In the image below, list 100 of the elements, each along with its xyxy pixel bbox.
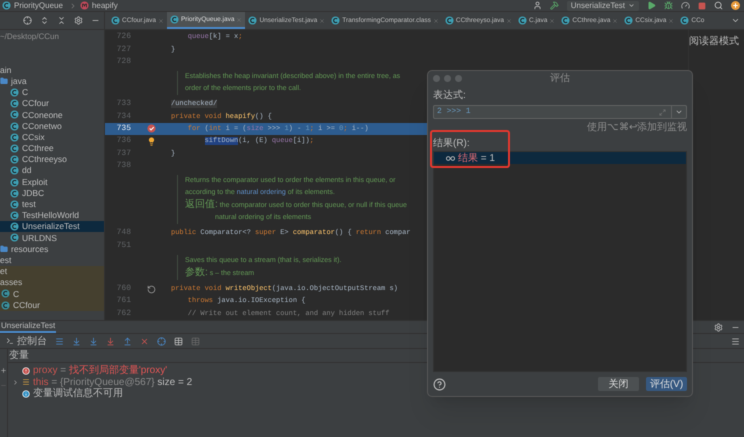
breakpoint-icon[interactable] [146, 124, 156, 134]
project-tree-item[interactable]: CCsix [0, 132, 104, 143]
step-out-icon[interactable] [123, 336, 132, 346]
lightbulb-icon[interactable] [146, 136, 156, 146]
project-tree-item[interactable]: resources [0, 244, 104, 255]
add-icon[interactable] [0, 367, 7, 374]
line-number: 751 [116, 240, 131, 252]
folder-icon [0, 77, 8, 86]
build-icon[interactable] [550, 1, 559, 10]
error-icon [22, 366, 30, 375]
project-tree-item[interactable]: test [0, 198, 104, 210]
run-icon[interactable] [647, 1, 656, 10]
settings-icon[interactable] [714, 322, 723, 332]
project-tree-item[interactable]: CCthreeyso [0, 154, 104, 166]
line-number: 734 [116, 110, 131, 123]
line-number: 733 [116, 98, 131, 110]
project-tree-item[interactable]: est [0, 254, 104, 266]
project-tree-item[interactable]: URLDNS [0, 232, 104, 244]
close-icon[interactable] [506, 18, 512, 24]
line-number: 748 [116, 227, 131, 240]
class-icon [10, 233, 19, 242]
close-button[interactable]: 关闭 [598, 377, 639, 391]
close-icon[interactable] [319, 18, 326, 24]
project-tree-item[interactable]: CConetwo [0, 120, 104, 132]
step-over-icon[interactable] [72, 336, 81, 346]
project-tree-item[interactable]: dd [0, 165, 104, 176]
console-tab[interactable]: 控制台 [6, 334, 47, 348]
variable-row[interactable]: proxy = 找不到局部变量'proxy' [33, 363, 168, 378]
project-tree-item[interactable]: CConeone [0, 109, 104, 121]
caret-icon [628, 2, 635, 9]
project-tree-item[interactable]: CCfour [0, 300, 104, 311]
close-icon[interactable] [612, 18, 618, 24]
close-icon[interactable] [668, 18, 674, 24]
project-tree-item[interactable]: Exploit [0, 176, 104, 188]
breadcrumb-item[interactable]: heapify [92, 0, 118, 12]
locate-icon[interactable] [23, 16, 32, 25]
info-icon [22, 390, 30, 398]
line-number: 726 [116, 31, 131, 44]
close-icon[interactable] [158, 18, 164, 24]
expand-all-icon[interactable] [40, 16, 49, 25]
debug-session-tab[interactable]: UnserializeTest [0, 321, 56, 333]
cursor-icon[interactable] [157, 336, 166, 346]
update-icon[interactable] [731, 1, 740, 10]
project-tree-item[interactable]: asses [0, 277, 104, 288]
project-tree-item[interactable]: CCthree [0, 142, 104, 154]
step-into-icon[interactable] [89, 336, 98, 346]
project-tree-item[interactable]: CCfour [0, 98, 104, 110]
class-icon [10, 222, 19, 232]
help-icon[interactable] [433, 378, 446, 390]
reader-mode-label[interactable]: 阅读器模式 [689, 34, 739, 49]
table-icon[interactable] [174, 336, 183, 346]
hint-text: 使用⌥⌘↩添加到监视 [587, 120, 687, 135]
menu-icon[interactable] [55, 336, 64, 346]
tabs-overflow-icon[interactable] [731, 16, 740, 25]
variable-row[interactable]: 变量调试信息不可用 [33, 386, 123, 402]
drop-frame-icon[interactable] [140, 336, 149, 346]
class-icon [444, 16, 454, 25]
class-icon [248, 16, 258, 25]
layout-icon[interactable] [731, 336, 740, 346]
expand-icon[interactable] [12, 378, 19, 386]
class-icon [624, 16, 634, 25]
class-icon [1, 300, 10, 310]
debug-icon[interactable] [664, 1, 673, 10]
line-number: 728 [116, 56, 131, 68]
project-tree-item[interactable]: ain [0, 64, 104, 76]
project-tree-item[interactable]: TestHelloWorld [0, 210, 104, 222]
project-path: ~/Desktop/CCun [0, 30, 59, 43]
expression-field[interactable]: 2 >>> 1 [433, 105, 687, 119]
line-number: 736 [116, 135, 131, 148]
project-tree-item[interactable]: C [0, 86, 104, 98]
search-icon[interactable] [714, 1, 723, 10]
class-icon [10, 99, 19, 108]
project-tree-item[interactable]: et [0, 266, 104, 278]
class-icon [10, 132, 19, 142]
close-icon[interactable] [432, 18, 439, 24]
profiler-icon[interactable] [681, 1, 690, 10]
force-step-into-icon[interactable] [106, 336, 115, 346]
class-icon [10, 110, 19, 120]
result-value: 结果 = 1 [458, 152, 495, 166]
evaluate-button[interactable]: 评估(V) [646, 377, 687, 391]
override-icon[interactable] [146, 284, 156, 294]
console-icon [6, 337, 14, 345]
class-icon [331, 16, 340, 25]
line-number: 735 [116, 122, 131, 135]
stop-icon[interactable] [698, 2, 706, 10]
user-icon[interactable] [532, 1, 542, 10]
result-row[interactable]: 结果 = 1 [434, 152, 686, 164]
project-tree-item[interactable]: JDBC [0, 188, 104, 199]
history-dropdown-icon[interactable] [675, 108, 683, 116]
expand-icon[interactable] [659, 108, 666, 116]
run-config-dropdown[interactable]: UnserializeTest [566, 0, 639, 10]
result-label: 结果(R): [433, 136, 470, 151]
project-tree-item[interactable]: UnserializeTest [0, 221, 104, 232]
close-icon[interactable] [549, 18, 556, 24]
settings-icon[interactable] [74, 16, 83, 25]
project-tree-item[interactable]: C [0, 288, 104, 300]
project-tree-item[interactable]: java [0, 76, 104, 87]
collapse-all-icon[interactable] [57, 16, 66, 25]
breadcrumb-item[interactable]: PriorityQueue [14, 0, 63, 12]
class-icon [680, 16, 690, 25]
